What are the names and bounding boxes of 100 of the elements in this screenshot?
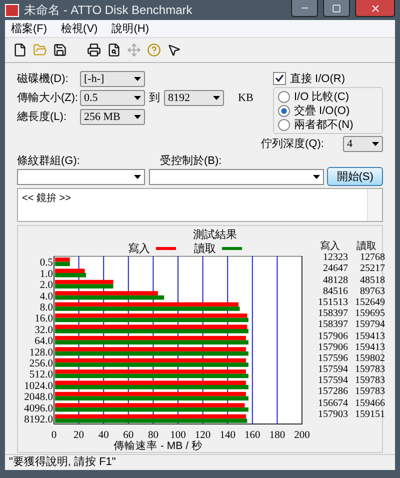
- axis-label: 傳輸速率 - MB / 秒: [114, 440, 202, 452]
- tick-label: 120: [194, 430, 211, 441]
- tick-label: 100: [170, 430, 186, 441]
- category-label: 1024.0: [24, 380, 53, 392]
- table-cell-text: 48128: [322, 274, 348, 286]
- table-cell-text: 12768: [359, 252, 385, 264]
- menu-item[interactable]: 說明(H): [112, 21, 149, 36]
- legend-label: 寫入: [128, 242, 150, 256]
- tick-label: 160: [244, 430, 260, 441]
- print-icon[interactable]: [87, 43, 101, 57]
- app-icon: [5, 4, 19, 16]
- close-button[interactable]: [355, 0, 395, 17]
- context-help-icon[interactable]: [167, 43, 181, 57]
- table-cell-text: 159783: [354, 386, 385, 398]
- status-text: "要獲得說明, 請按 F1": [9, 456, 116, 469]
- category-label: 8.0: [40, 302, 53, 314]
- table-cell-text: 159783: [354, 364, 385, 376]
- unit-label: KB: [238, 92, 254, 104]
- radio-button[interactable]: [278, 90, 290, 102]
- length-dropdown[interactable]: 256 MB: [80, 108, 145, 124]
- help-icon[interactable]: [147, 43, 161, 57]
- field-label: 到: [149, 91, 160, 105]
- radio-label: 兩者都不(N): [294, 118, 354, 132]
- close-icon: [370, 2, 380, 14]
- category-label: 16.0: [34, 314, 53, 325]
- start-button[interactable]: 開始(S): [327, 167, 384, 186]
- table-cell-text: 158397: [317, 308, 348, 320]
- checkbox-label: 直接 I/O(R): [290, 72, 345, 86]
- read-bar: [55, 262, 70, 266]
- window-title: 未命名 - ATTO Disk Benchmark: [24, 2, 194, 18]
- legend-label: 讀取: [194, 242, 216, 256]
- table-cell-text: 159802: [354, 352, 385, 364]
- caret-icon: [372, 142, 379, 146]
- table-cell-text: 84516: [322, 286, 348, 297]
- category-label: 512.0: [29, 370, 53, 381]
- print-preview-icon[interactable]: [107, 43, 121, 57]
- column-header: 寫入: [319, 241, 341, 252]
- field-label: 磁碟機(D):: [17, 72, 70, 86]
- write-bar: [55, 268, 85, 273]
- save-icon[interactable]: [53, 43, 67, 57]
- new-file-icon[interactable]: [13, 43, 27, 57]
- radio-button[interactable]: [278, 104, 290, 116]
- caret-icon: [134, 114, 141, 118]
- table-cell-text: 152649: [354, 296, 385, 308]
- scrollbar[interactable]: [367, 189, 382, 221]
- table-cell-text: 157903: [317, 408, 348, 420]
- category-label: 128.0: [29, 347, 53, 358]
- category-label: 1.0: [40, 268, 53, 280]
- table-cell-text: 157594: [317, 375, 348, 386]
- caret-icon: [134, 96, 141, 100]
- table-cell-text: 159413: [354, 342, 385, 353]
- table-cell-text: 25217: [359, 263, 385, 275]
- maximize-button[interactable]: [323, 0, 350, 17]
- table-cell-text: 157906: [317, 330, 348, 342]
- tick-label: 0: [51, 430, 57, 441]
- table-cell-text: 157286: [317, 386, 348, 398]
- minimize-button[interactable]: [291, 0, 318, 17]
- category-label: 4096.0: [24, 403, 53, 414]
- category-label: 8192.0: [24, 414, 53, 426]
- tick-label: 60: [123, 430, 134, 441]
- table-cell-text: 156674: [317, 398, 348, 409]
- drive-dropdown[interactable]: [-h-]: [80, 70, 145, 86]
- log-text: << 鏡拚 >>: [21, 192, 72, 206]
- table-cell-text: 151513: [317, 296, 348, 308]
- table-cell-text: 48518: [359, 274, 385, 286]
- size-from-dropdown[interactable]: 0.5: [80, 90, 145, 106]
- tick-label: 80: [148, 430, 158, 441]
- controller-dropdown[interactable]: [148, 168, 324, 184]
- tick-label: 20: [74, 430, 84, 441]
- table-cell-text: 157596: [317, 352, 348, 364]
- read-bar: [55, 273, 86, 278]
- menu-item[interactable]: 檢視(V): [61, 21, 98, 36]
- field-label: 總長度(L):: [17, 110, 68, 124]
- column-header: 讀取: [356, 241, 378, 252]
- radio-label: 交疊 I/O(O): [294, 104, 350, 118]
- tick-label: 180: [269, 430, 286, 441]
- queue-depth-dropdown[interactable]: 4: [343, 136, 383, 152]
- table-cell-text: 157906: [317, 342, 348, 353]
- category-label: 0.5: [40, 258, 53, 269]
- checkbox[interactable]: [273, 72, 286, 84]
- radio-label: I/O 比較(C): [294, 90, 349, 104]
- table-cell-text: 24647: [322, 263, 348, 275]
- tick-label: 40: [98, 430, 109, 441]
- table-cell-text: 12323: [322, 252, 348, 264]
- caret-icon: [313, 174, 320, 178]
- table-cell-text: 159783: [354, 375, 385, 386]
- table-cell-text: 159151: [354, 408, 385, 420]
- size-to-dropdown[interactable]: 8192: [164, 90, 224, 106]
- table-cell-text: 157594: [317, 364, 348, 376]
- caret-icon: [134, 174, 141, 178]
- table-cell-text: 159466: [354, 398, 385, 409]
- table-cell-text: 158397: [317, 319, 348, 330]
- tick-label: 200: [294, 430, 310, 441]
- stripe-group-dropdown[interactable]: [17, 168, 145, 184]
- category-label: 2.0: [40, 280, 53, 292]
- category-label: 64.0: [34, 336, 53, 348]
- write-bar: [55, 258, 70, 262]
- menu-item[interactable]: 檔案(F): [11, 21, 48, 36]
- table-cell-text: 89763: [359, 286, 385, 297]
- radio-button[interactable]: [278, 118, 290, 130]
